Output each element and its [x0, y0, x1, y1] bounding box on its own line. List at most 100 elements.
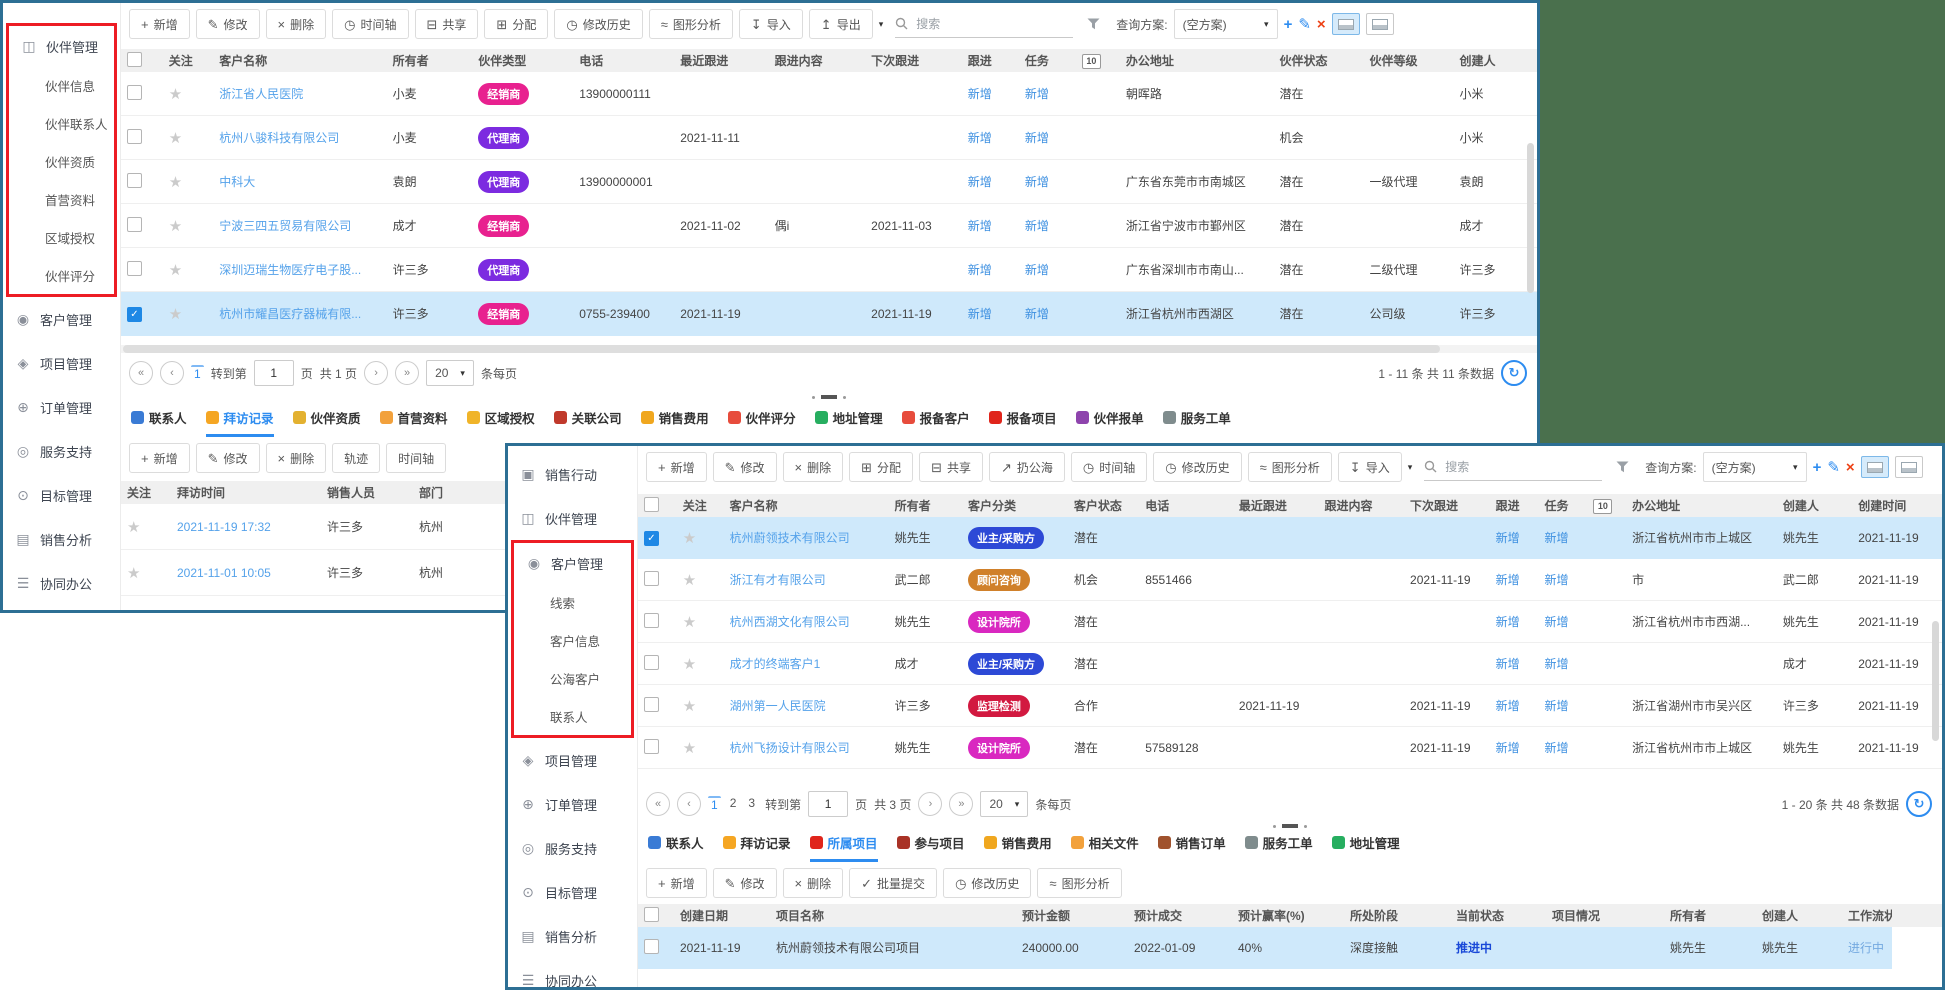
- page-number-2[interactable]: 2: [727, 796, 740, 812]
- table-row[interactable]: ★杭州八骏科技有限公司小麦代理商2021-11-11新增新增机会小米: [121, 116, 1537, 160]
- edit-button[interactable]: ✎修改: [713, 452, 777, 482]
- next-page-button[interactable]: ›: [918, 792, 942, 816]
- vertical-scrollbar[interactable]: [1527, 143, 1534, 293]
- table-row[interactable]: ★成才的终端客户1成才业主/采购方潜在新增新增成才2021-11-19: [638, 643, 1942, 685]
- tab-related-files[interactable]: 相关文件: [1071, 833, 1139, 862]
- splitter[interactable]: [121, 395, 1537, 399]
- favorite-star-icon[interactable]: ★: [683, 656, 696, 673]
- assign-button[interactable]: ⊞分配: [484, 9, 548, 39]
- action-link[interactable]: 新增: [968, 87, 992, 101]
- query-plan-select[interactable]: (空方案) ▾: [1703, 452, 1807, 482]
- refresh-button[interactable]: ↻: [1906, 791, 1932, 817]
- action-link[interactable]: 新增: [1025, 219, 1049, 233]
- tab-address-management[interactable]: 地址管理: [1332, 833, 1400, 862]
- page-number-1[interactable]: 1: [191, 365, 204, 381]
- favorite-star-icon[interactable]: ★: [127, 519, 140, 536]
- row-checkbox[interactable]: [644, 613, 659, 628]
- favorite-star-icon[interactable]: ★: [169, 218, 182, 235]
- tab-sales-expense[interactable]: 销售费用: [984, 833, 1052, 862]
- record-link[interactable]: 杭州飞扬设计有限公司: [730, 741, 850, 755]
- search-input[interactable]: [914, 16, 1058, 32]
- chart-analysis-button[interactable]: ≈图形分析: [649, 9, 733, 39]
- delete-button[interactable]: ×删除: [266, 9, 327, 39]
- search-input[interactable]: [1443, 459, 1587, 475]
- import-button[interactable]: ↧导入: [1338, 452, 1402, 482]
- workflow-state[interactable]: 进行中: [1848, 941, 1884, 955]
- table-row[interactable]: ★浙江省人民医院小麦经销商13900000111新增新增朝晖路潜在小米: [121, 72, 1537, 116]
- table-row[interactable]: ★深圳迈瑞生物医疗电子股...许三多代理商新增新增广东省深圳市市南山...潜在二…: [121, 248, 1537, 292]
- layout-list-toggle[interactable]: [1366, 13, 1394, 35]
- table-row[interactable]: ★浙江有才有限公司武二郎顾问咨询机会85514662021-11-19新增新增市…: [638, 559, 1942, 601]
- favorite-star-icon[interactable]: ★: [169, 86, 182, 103]
- vertical-scrollbar[interactable]: [1932, 621, 1939, 741]
- last-page-button[interactable]: »: [395, 361, 419, 385]
- sidebar-item-public-sea-customers[interactable]: 公海客户: [514, 659, 631, 697]
- throw-public-sea-button[interactable]: ↗扔公海: [989, 452, 1065, 482]
- first-page-button[interactable]: «: [646, 792, 670, 816]
- tab-first-camp-material[interactable]: 首营资料: [380, 408, 448, 437]
- action-link[interactable]: 新增: [1025, 307, 1049, 321]
- sidebar-item-service-support[interactable]: ◎服务支持: [3, 429, 120, 473]
- tab-contacts[interactable]: 联系人: [648, 833, 704, 862]
- add-button[interactable]: +新增: [646, 452, 707, 482]
- sidebar-item-partner-management[interactable]: ◫伙伴管理: [9, 26, 114, 66]
- row-checkbox[interactable]: [644, 655, 659, 670]
- action-link[interactable]: 新增: [968, 263, 992, 277]
- assign-button[interactable]: ⊞分配: [849, 452, 913, 482]
- table-row[interactable]: ★中科大袁朗代理商13900000001新增新增广东省东莞市市南城区潜在一级代理…: [121, 160, 1537, 204]
- sidebar-item-partner-qualification[interactable]: 伙伴资质: [9, 142, 114, 180]
- row-checkbox[interactable]: [127, 52, 142, 67]
- splitter[interactable]: [638, 824, 1942, 828]
- sub-add-button[interactable]: +新增: [129, 443, 190, 473]
- favorite-star-icon[interactable]: ★: [683, 614, 696, 631]
- tab-report-customer[interactable]: 报备客户: [902, 408, 970, 437]
- page-number-1[interactable]: 1: [708, 796, 721, 812]
- horizontal-scrollbar[interactable]: [121, 345, 1537, 353]
- sidebar-item-leads[interactable]: 线索: [514, 583, 631, 621]
- favorite-star-icon[interactable]: ★: [169, 306, 182, 323]
- action-link[interactable]: 新增: [1496, 741, 1520, 755]
- sub-delete-button[interactable]: ×删除: [266, 443, 327, 473]
- sub-add-button[interactable]: +新增: [646, 868, 707, 898]
- record-link[interactable]: 宁波三四五贸易有限公司: [219, 219, 351, 233]
- tab-related-company[interactable]: 关联公司: [554, 408, 622, 437]
- table-row[interactable]: ★杭州飞扬设计有限公司姚先生设计院所潜在575891282021-11-19新增…: [638, 727, 1942, 769]
- table-row[interactable]: ★湖州第一人民医院许三多监理检测合作2021-11-192021-11-19新增…: [638, 685, 1942, 727]
- favorite-star-icon[interactable]: ★: [169, 130, 182, 147]
- sidebar-item-order-management[interactable]: ⊕订单管理: [508, 782, 637, 826]
- action-link[interactable]: 新增: [1496, 531, 1520, 545]
- table-row[interactable]: ★宁波三四五贸易有限公司成才经销商2021-11-02偶i2021-11-03新…: [121, 204, 1537, 248]
- record-link[interactable]: 杭州市耀昌医疗器械有限...: [219, 307, 361, 321]
- action-link[interactable]: 新增: [1025, 175, 1049, 189]
- page-input[interactable]: [254, 360, 294, 386]
- page-input[interactable]: [808, 791, 848, 817]
- favorite-star-icon[interactable]: ★: [169, 174, 182, 191]
- tab-service-ticket[interactable]: 服务工单: [1245, 833, 1313, 862]
- action-link[interactable]: 新增: [1025, 131, 1049, 145]
- record-link[interactable]: 2021-11-19 17:32: [177, 520, 271, 534]
- action-link[interactable]: 新增: [1025, 87, 1049, 101]
- record-link[interactable]: 湖州第一人民医院: [730, 699, 826, 713]
- tab-visit-records[interactable]: 拜访记录: [723, 833, 791, 862]
- layout-grid-toggle[interactable]: [1861, 456, 1889, 478]
- tab-partner-order[interactable]: 伙伴报单: [1076, 408, 1144, 437]
- tab-sales-orders[interactable]: 销售订单: [1158, 833, 1226, 862]
- row-checkbox[interactable]: [127, 85, 142, 100]
- last-page-button[interactable]: »: [949, 792, 973, 816]
- delete-button[interactable]: ×删除: [783, 452, 844, 482]
- per-page-select[interactable]: 20 ▾: [426, 360, 474, 386]
- action-link[interactable]: 新增: [1025, 263, 1049, 277]
- sub-delete-button[interactable]: ×删除: [783, 868, 844, 898]
- sidebar-item-partner-contacts[interactable]: 伙伴联系人: [9, 104, 114, 142]
- row-checkbox[interactable]: ✓: [644, 531, 659, 546]
- row-checkbox[interactable]: [644, 739, 659, 754]
- record-link[interactable]: 2021-11-01 10:05: [177, 566, 271, 580]
- timeline-button[interactable]: ◷时间轴: [332, 9, 408, 39]
- sub-track-button[interactable]: 轨迹: [332, 443, 380, 473]
- sidebar-item-customer-management[interactable]: ◉客户管理: [3, 297, 120, 341]
- tab-sales-expense[interactable]: 销售费用: [641, 408, 709, 437]
- sidebar-item-project-management[interactable]: ◈项目管理: [508, 738, 637, 782]
- add-plan-icon[interactable]: +: [1813, 459, 1822, 476]
- tab-joined-projects[interactable]: 参与项目: [897, 833, 965, 862]
- delete-plan-icon[interactable]: ×: [1846, 459, 1855, 476]
